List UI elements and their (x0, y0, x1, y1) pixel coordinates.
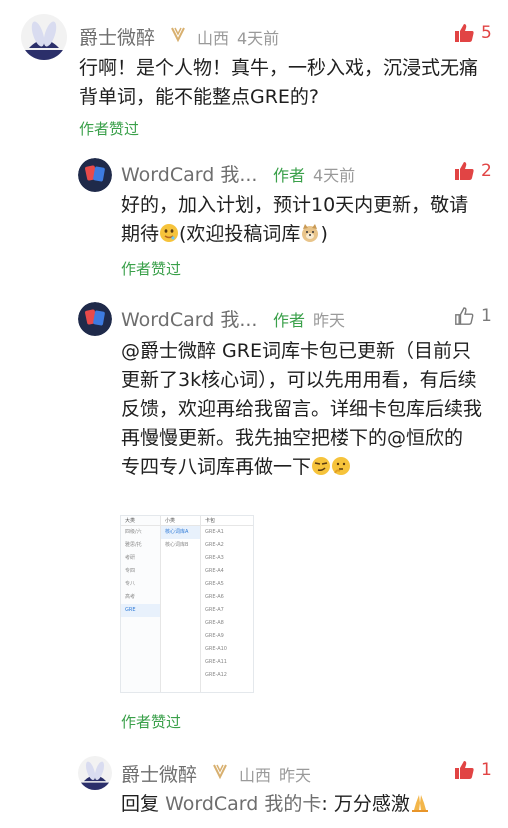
cardpack-item: GRE-A9 (205, 633, 224, 639)
smirk-emoji-icon (311, 456, 331, 476)
comment-username[interactable]: 爵士微醉 (79, 23, 155, 50)
like-button[interactable]: 1 (455, 306, 492, 326)
author-liked-label: 作者赞过 (121, 260, 182, 278)
cardpack-header: 卡包 (201, 516, 253, 526)
cardpack-item: GRE-A2 (205, 542, 224, 548)
thumb-up-filled-icon (455, 162, 474, 180)
cardpack-item: GRE-A3 (205, 555, 224, 561)
cardpack-column: 卡包 GRE-A1 GRE-A2 GRE-A3 GRE-A4 GRE-A5 GR… (201, 516, 253, 692)
reply-region: 山西 (239, 766, 272, 785)
author-liked-label: 作者赞过 (121, 713, 182, 731)
reply-username[interactable]: WordCard 我... (121, 305, 257, 332)
category-item: 高考 (125, 594, 136, 600)
doge-emoji-icon (300, 223, 320, 243)
reply-text-main: @爵士微醉 GRE词库卡包已更新（目前只更新了3k核心词），可以先用用看，有后续… (121, 340, 483, 478)
reply-time: 昨天 (313, 311, 346, 330)
like-count: 1 (481, 760, 492, 780)
vip-badge-icon (211, 762, 229, 784)
reply-text-mid: (欢迎投稿词库 (179, 223, 301, 245)
category-item: 专四 (125, 568, 136, 574)
reply-time: 昨天 (279, 766, 312, 785)
wordcard-logo-icon (78, 302, 112, 336)
subcategory-item: 核心词库B (165, 542, 189, 548)
avatar-image (21, 14, 67, 60)
cardpack-item: GRE-A4 (205, 568, 224, 574)
reply-username[interactable]: WordCard 我... (121, 160, 257, 187)
category-item: 专八 (125, 581, 136, 587)
avatar[interactable] (21, 14, 67, 60)
thumb-up-filled-icon (455, 761, 474, 779)
reply-text-main: : 万分感激 (321, 793, 410, 815)
category-item: 雅思/托 (125, 542, 142, 548)
thinking-emoji-icon (331, 456, 351, 476)
reply-prefix: 回复 (121, 793, 160, 815)
subcategory-item-selected: 核心词库A (161, 526, 200, 539)
author-tag: 作者 (273, 311, 306, 330)
reply-username[interactable]: 爵士微醉 (121, 760, 197, 787)
author-tag: 作者 (273, 166, 306, 185)
reply-text: @爵士微醉 GRE词库卡包已更新（目前只更新了3k核心词），可以先用用看，有后续… (121, 337, 486, 482)
folded-hands-emoji-icon (410, 793, 430, 813)
subcategory-header: 小类 (161, 516, 200, 526)
category-column: 大类 四级/六 雅思/托 考研 专四 专八 高考 GRE (121, 516, 161, 692)
like-count: 5 (481, 23, 492, 43)
reply-to-user-link[interactable]: WordCard 我的卡 (165, 793, 321, 815)
cardpack-item: GRE-A11 (205, 659, 227, 665)
reply-text: 回复 WordCard 我的卡: 万分感激 (121, 790, 491, 819)
like-count: 1 (481, 306, 492, 326)
like-button[interactable]: 2 (455, 161, 492, 181)
comment-time: 4天前 (237, 29, 280, 48)
comment-region: 山西 (197, 29, 230, 48)
wordcard-logo-icon (78, 158, 112, 192)
cardpack-item: GRE-A1 (205, 529, 224, 535)
cardpack-item: GRE-A8 (205, 620, 224, 626)
thumb-up-filled-icon (455, 24, 474, 42)
subcategory-column: 小类 核心词库A 核心词库B (161, 516, 201, 692)
category-item: 考研 (125, 555, 136, 561)
avatar-image (78, 756, 112, 790)
avatar[interactable] (78, 158, 112, 192)
attached-screenshot[interactable]: 大类 四级/六 雅思/托 考研 专四 专八 高考 GRE 小类 核心词库A 核心… (120, 515, 254, 693)
cardpack-item: GRE-A7 (205, 607, 224, 613)
reply-text-end: ) (320, 223, 328, 245)
like-button[interactable]: 1 (455, 760, 492, 780)
like-count: 2 (481, 161, 492, 181)
category-header: 大类 (121, 516, 160, 526)
avatar[interactable] (78, 756, 112, 790)
reply-text: 好的，加入计划，预计10天内更新，敬请期待 (欢迎投稿词库) (121, 191, 486, 249)
cardpack-item: GRE-A6 (205, 594, 224, 600)
drooling-face-emoji-icon (159, 223, 179, 243)
like-button[interactable]: 5 (455, 23, 492, 43)
comment-text: 行啊！是个人物！真牛，一秒入戏，沉浸式无痛背单词，能不能整点GRE的? (79, 57, 479, 108)
thumb-up-outline-icon (455, 307, 474, 325)
author-liked-label: 作者赞过 (79, 120, 140, 138)
vip-badge-icon (169, 25, 187, 47)
category-item: 四级/六 (125, 529, 142, 535)
reply-time: 4天前 (313, 166, 356, 185)
category-item-selected: GRE (121, 604, 160, 617)
cardpack-item: GRE-A12 (205, 672, 227, 678)
cardpack-item: GRE-A10 (205, 646, 227, 652)
avatar[interactable] (78, 302, 112, 336)
cardpack-item: GRE-A5 (205, 581, 224, 587)
